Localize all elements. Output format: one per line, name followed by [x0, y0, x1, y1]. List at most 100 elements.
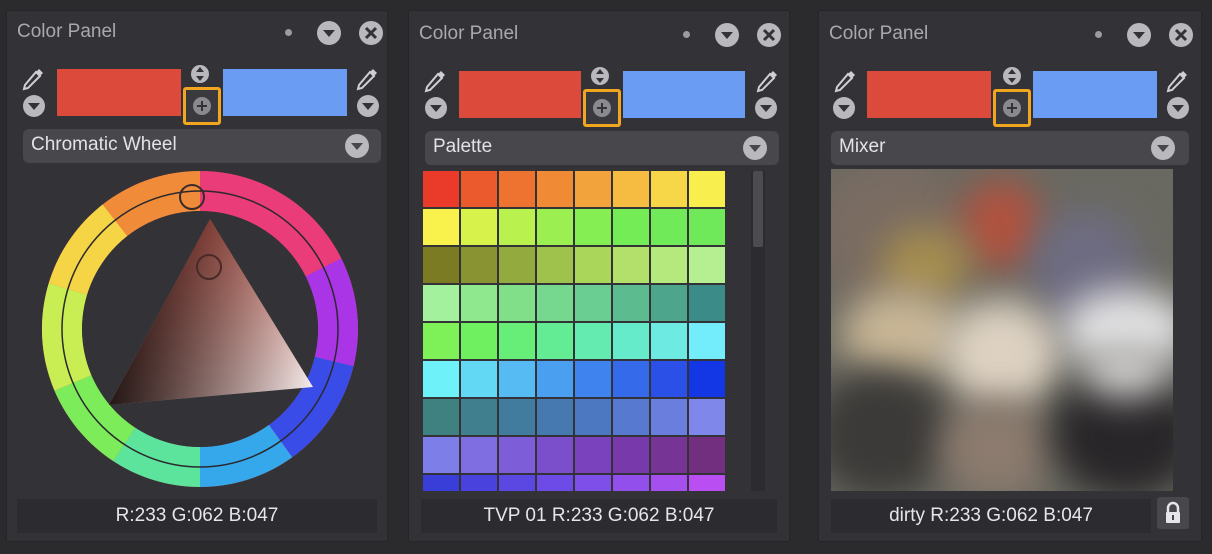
palette-swatch[interactable] — [575, 171, 611, 207]
scrollbar-thumb[interactable] — [753, 171, 763, 247]
palette-swatch[interactable] — [651, 399, 687, 435]
palette-swatch[interactable] — [689, 361, 725, 397]
palette-swatch[interactable] — [575, 323, 611, 359]
swap-colors-icon[interactable] — [999, 65, 1025, 87]
collapse-button[interactable] — [715, 23, 739, 47]
chromatic-wheel[interactable] — [35, 169, 365, 489]
primary-options-button[interactable] — [23, 95, 45, 117]
secondary-options-button[interactable] — [755, 97, 777, 119]
palette-swatch[interactable] — [499, 209, 535, 245]
palette-swatch[interactable] — [499, 285, 535, 321]
palette-swatch[interactable] — [499, 247, 535, 283]
palette-swatch[interactable] — [613, 399, 649, 435]
eyedropper-icon[interactable] — [1163, 67, 1191, 95]
palette-swatch[interactable] — [461, 247, 497, 283]
palette-swatch[interactable] — [537, 399, 573, 435]
swap-colors-icon[interactable] — [187, 63, 213, 85]
palette-swatch[interactable] — [537, 361, 573, 397]
mode-dropdown[interactable]: Palette — [425, 131, 779, 165]
palette-swatch[interactable] — [537, 171, 573, 207]
palette-swatch[interactable] — [575, 247, 611, 283]
palette-scrollbar[interactable] — [751, 171, 765, 491]
primary-color-swatch[interactable] — [459, 71, 581, 118]
secondary-color-swatch[interactable] — [223, 69, 347, 116]
primary-color-swatch[interactable] — [57, 69, 181, 116]
mode-dropdown[interactable]: Mixer — [831, 131, 1189, 165]
palette-swatch[interactable] — [575, 285, 611, 321]
secondary-color-swatch[interactable] — [623, 71, 745, 118]
panel-menu-dot[interactable] — [683, 31, 690, 38]
close-button[interactable] — [359, 21, 383, 45]
palette-swatch[interactable] — [575, 361, 611, 397]
palette-swatch[interactable] — [499, 361, 535, 397]
palette-swatch[interactable] — [423, 209, 459, 245]
palette-swatch[interactable] — [575, 399, 611, 435]
palette-swatch[interactable] — [461, 399, 497, 435]
close-button[interactable] — [1169, 23, 1193, 47]
palette-swatch[interactable] — [537, 437, 573, 473]
palette-swatch[interactable] — [499, 399, 535, 435]
palette-swatch[interactable] — [689, 247, 725, 283]
palette-swatch[interactable] — [613, 247, 649, 283]
palette-swatch[interactable] — [651, 171, 687, 207]
lock-button[interactable] — [1157, 497, 1189, 529]
collapse-button[interactable] — [317, 21, 341, 45]
palette-swatch[interactable] — [537, 323, 573, 359]
palette-swatch[interactable] — [651, 209, 687, 245]
secondary-options-button[interactable] — [357, 95, 379, 117]
mode-dropdown[interactable]: Chromatic Wheel — [23, 129, 381, 163]
eyedropper-icon[interactable] — [353, 65, 381, 93]
palette-swatch[interactable] — [613, 475, 649, 491]
palette-swatch[interactable] — [613, 437, 649, 473]
palette-swatch[interactable] — [423, 399, 459, 435]
palette-swatch[interactable] — [689, 285, 725, 321]
palette-swatch[interactable] — [461, 437, 497, 473]
palette-swatch[interactable] — [575, 437, 611, 473]
palette-swatch[interactable] — [423, 475, 459, 491]
primary-options-button[interactable] — [833, 97, 855, 119]
secondary-options-button[interactable] — [1167, 97, 1189, 119]
palette-swatch[interactable] — [461, 171, 497, 207]
palette-swatch[interactable] — [613, 209, 649, 245]
collapse-button[interactable] — [1127, 23, 1151, 47]
palette-swatch[interactable] — [575, 475, 611, 491]
palette-swatch[interactable] — [423, 171, 459, 207]
palette-swatch[interactable] — [689, 171, 725, 207]
close-button[interactable] — [757, 23, 781, 47]
palette-swatch[interactable] — [499, 437, 535, 473]
palette-swatch[interactable] — [461, 323, 497, 359]
eyedropper-icon[interactable] — [421, 67, 449, 95]
palette-swatch[interactable] — [423, 247, 459, 283]
palette-swatch[interactable] — [689, 475, 725, 491]
palette-swatch[interactable] — [575, 209, 611, 245]
palette-swatch[interactable] — [689, 437, 725, 473]
palette-swatch[interactable] — [423, 323, 459, 359]
palette-swatch[interactable] — [423, 361, 459, 397]
palette-swatch[interactable] — [651, 323, 687, 359]
palette-swatch[interactable] — [499, 171, 535, 207]
primary-color-swatch[interactable] — [867, 71, 991, 118]
palette-swatch[interactable] — [651, 437, 687, 473]
palette-swatch[interactable] — [537, 247, 573, 283]
panel-menu-dot[interactable] — [285, 29, 292, 36]
mixer-canvas[interactable] — [831, 169, 1173, 491]
swap-colors-icon[interactable] — [587, 65, 613, 87]
eyedropper-icon[interactable] — [19, 65, 47, 93]
palette-swatch[interactable] — [613, 171, 649, 207]
palette-swatch[interactable] — [537, 209, 573, 245]
palette-swatch[interactable] — [499, 323, 535, 359]
palette-swatch[interactable] — [461, 285, 497, 321]
palette-swatch[interactable] — [461, 475, 497, 491]
palette-swatch[interactable] — [689, 209, 725, 245]
add-color-button[interactable] — [183, 87, 221, 125]
palette-swatch[interactable] — [689, 399, 725, 435]
eyedropper-icon[interactable] — [831, 67, 859, 95]
palette-swatch[interactable] — [613, 285, 649, 321]
secondary-color-swatch[interactable] — [1033, 71, 1157, 118]
add-color-button[interactable] — [583, 89, 621, 127]
primary-options-button[interactable] — [425, 97, 447, 119]
palette-swatch[interactable] — [613, 361, 649, 397]
palette-swatch[interactable] — [651, 475, 687, 491]
palette-swatch[interactable] — [651, 247, 687, 283]
palette-swatch[interactable] — [613, 323, 649, 359]
